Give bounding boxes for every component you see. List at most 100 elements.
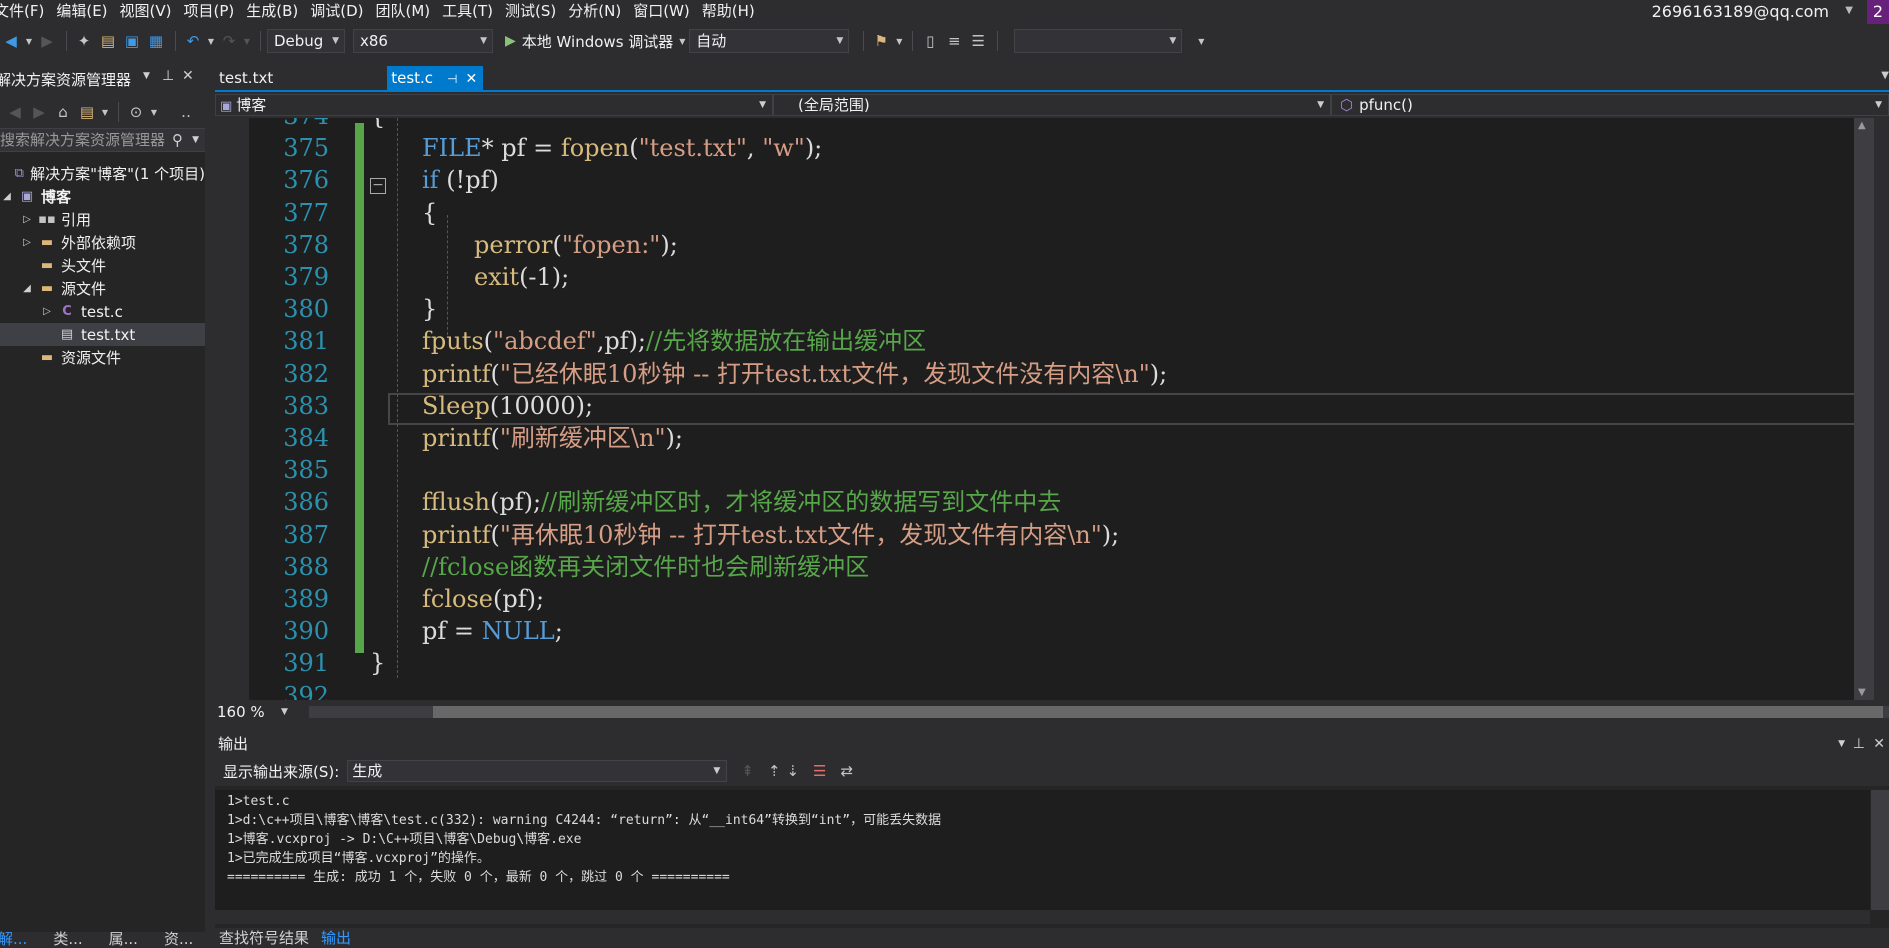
menu-item[interactable]: 帮助(H): [702, 0, 767, 22]
tree-item[interactable]: ⧉ 解决方案"博客"(1 个项目): [0, 162, 205, 185]
pin-tab-icon[interactable]: ⊣: [447, 72, 457, 86]
member-dropdown[interactable]: ⬡ pfunc() ▼: [1331, 94, 1889, 116]
tree-item[interactable]: ◢ ▣ 博客: [0, 185, 205, 208]
pin-icon[interactable]: ⊥: [162, 68, 174, 84]
account-dropdown-icon[interactable]: ▼: [1845, 0, 1853, 22]
start-debugging-label[interactable]: 本地 Windows 调试器: [522, 31, 674, 52]
back-dropdown-icon[interactable]: ▼: [24, 30, 34, 52]
code-line[interactable]: 386 fflush(pf);//刷新缓冲区时，才将缓冲区的数据写到文件中去: [215, 486, 1874, 518]
go-to-previous-message-icon[interactable]: ⇞: [741, 762, 754, 780]
tab-test-txt[interactable]: test.txt: [215, 66, 287, 90]
solution-config-dropdown[interactable]: 自动 ▼: [689, 29, 850, 53]
window-position-dropdown-icon[interactable]: ▼: [1838, 732, 1845, 756]
start-debugging-icon[interactable]: ▶: [505, 33, 516, 49]
code-line[interactable]: 377 {: [215, 197, 1874, 229]
tree-item[interactable]: ◢ ▬ 源文件: [0, 277, 205, 300]
code-line[interactable]: 385: [215, 454, 1874, 486]
save-icon[interactable]: ▣: [121, 30, 143, 52]
code-editor[interactable]: − 374{375FILE* pf = fopen("test.txt", "w…: [215, 118, 1874, 700]
bottom-panel-tab[interactable]: 输出: [317, 928, 355, 948]
horizontal-scroll-thumb[interactable]: [433, 706, 1883, 718]
tree-item[interactable]: ▷ Ctest.c: [0, 300, 205, 323]
left-panel-tab[interactable]: 资...: [160, 928, 197, 948]
code-line[interactable]: 380}: [215, 293, 1874, 325]
pending-changes-icon[interactable]: ⊙: [125, 101, 147, 123]
pin-icon[interactable]: ⊥: [1853, 732, 1865, 756]
code-line[interactable]: 388 //fclose函数再关闭文件时也会刷新缓冲区: [215, 551, 1874, 583]
code-line[interactable]: 383 Sleep(10000);: [215, 390, 1874, 422]
toggle-word-wrap-icon[interactable]: ⇄: [840, 762, 853, 780]
platform-dropdown[interactable]: x86 ▼: [353, 29, 493, 53]
search-icon[interactable]: ⚲: [172, 129, 183, 151]
undo-icon[interactable]: ↶: [182, 30, 204, 52]
uncomment-lines-icon[interactable]: ☰: [967, 30, 989, 52]
tree-item[interactable]: ▷ ▬ 外部依赖项: [0, 231, 205, 254]
menu-item[interactable]: 测试(S): [505, 0, 568, 22]
code-line[interactable]: 378 perror("fopen:");: [215, 229, 1874, 261]
scroll-down-icon[interactable]: ▼: [1858, 687, 1866, 698]
code-line[interactable]: 375 FILE* pf = fopen("test.txt", "w");: [215, 132, 1874, 164]
zoom-level[interactable]: 160 %: [217, 702, 265, 722]
close-icon[interactable]: ✕: [1873, 732, 1885, 756]
go-to-next-message-icon[interactable]: ⇡: [768, 762, 781, 780]
tree-item[interactable]: ▤ test.txt: [0, 323, 205, 346]
find-message-icon[interactable]: ⇣: [786, 762, 799, 780]
code-line[interactable]: 381 fputs("abcdef",pf);//先将数据放在输出缓冲区: [215, 325, 1874, 357]
forward-icon[interactable]: ▶: [36, 30, 58, 52]
left-panel-tab[interactable]: 属...: [105, 928, 142, 948]
save-all-icon[interactable]: ▦: [145, 30, 167, 52]
tree-item[interactable]: ▬ 头文件: [0, 254, 205, 277]
clear-all-icon[interactable]: ☰: [813, 762, 826, 780]
toolbar-overflow-icon[interactable]: ▼: [1190, 30, 1212, 52]
code-line[interactable]: 379 exit(-1);: [215, 261, 1874, 293]
expand-icon[interactable]: ◢: [20, 283, 34, 294]
back-icon[interactable]: ◀: [4, 101, 26, 123]
menu-item[interactable]: 视图(V): [120, 0, 184, 22]
switch-views-dropdown-icon[interactable]: ▼: [100, 101, 110, 123]
menu-item[interactable]: 分析(N): [568, 0, 633, 22]
pending-changes-dropdown-icon[interactable]: ▼: [149, 101, 159, 123]
menu-item[interactable]: 文件(F): [0, 0, 56, 22]
menu-item[interactable]: 编辑(E): [56, 0, 119, 22]
solution-explorer-search[interactable]: 搜索解决方案资源管理器 ⚲ ▼: [0, 128, 205, 152]
account-name[interactable]: 2696163189@qq.com: [1652, 0, 1829, 24]
tree-item[interactable]: ▬ 资源文件: [0, 346, 205, 369]
open-file-icon[interactable]: ▤: [97, 30, 119, 52]
code-line[interactable]: 392: [215, 680, 1874, 700]
menu-item[interactable]: 工具(T): [442, 0, 505, 22]
back-icon[interactable]: ◀: [0, 30, 22, 52]
redo-icon[interactable]: ↷: [218, 30, 240, 52]
window-position-dropdown-icon[interactable]: ▼: [143, 71, 150, 81]
code-line[interactable]: 390 pf = NULL;: [215, 615, 1874, 647]
output-text[interactable]: 1>test.c 1>d:\c++项目\博客\博客\test.c(332): w…: [215, 790, 1870, 910]
expand-icon[interactable]: ▷: [20, 237, 34, 248]
find-dropdown-icon[interactable]: ▼: [894, 30, 904, 52]
tree-item[interactable]: ▷ ▪▪ 引用: [0, 208, 205, 231]
menu-item[interactable]: 团队(M): [376, 0, 443, 22]
forward-icon[interactable]: ▶: [28, 101, 50, 123]
code-line[interactable]: 382 printf("已经休眠10秒钟 -- 打开test.txt文件，发现文件…: [215, 358, 1874, 390]
menu-item[interactable]: 窗口(W): [633, 0, 702, 22]
document-icon[interactable]: ▯: [919, 30, 941, 52]
bottom-panel-tab[interactable]: 查找符号结果: [215, 928, 313, 948]
project-dropdown[interactable]: ▣ 博客 ▼: [215, 94, 773, 116]
switch-views-icon[interactable]: ▤: [76, 101, 98, 123]
menu-item[interactable]: 项目(P): [184, 0, 247, 22]
code-line[interactable]: 376 if (!pf): [215, 164, 1874, 196]
find-combo[interactable]: ▼: [1014, 29, 1183, 53]
search-options-icon[interactable]: ▼: [192, 129, 199, 151]
close-tab-icon[interactable]: ✕: [466, 71, 478, 87]
code-line[interactable]: 374 {: [215, 118, 1874, 132]
tab-overflow-icon[interactable]: ▼: [1881, 70, 1889, 81]
output-source-dropdown[interactable]: 生成 ▼: [347, 760, 728, 782]
menu-item[interactable]: 调试(D): [310, 0, 375, 22]
configuration-dropdown[interactable]: Debug ▼: [267, 29, 345, 53]
code-line[interactable]: 389 fclose(pf);: [215, 583, 1874, 615]
close-icon[interactable]: ✕: [182, 68, 194, 84]
home-icon[interactable]: ⌂: [52, 101, 74, 123]
expand-icon[interactable]: ◢: [0, 191, 14, 202]
expand-icon[interactable]: ▷: [40, 306, 54, 317]
code-line[interactable]: 384 printf("刷新缓冲区\n");: [215, 422, 1874, 454]
debugger-dropdown-icon[interactable]: ▼: [677, 30, 687, 52]
undo-dropdown-icon[interactable]: ▼: [206, 30, 216, 52]
